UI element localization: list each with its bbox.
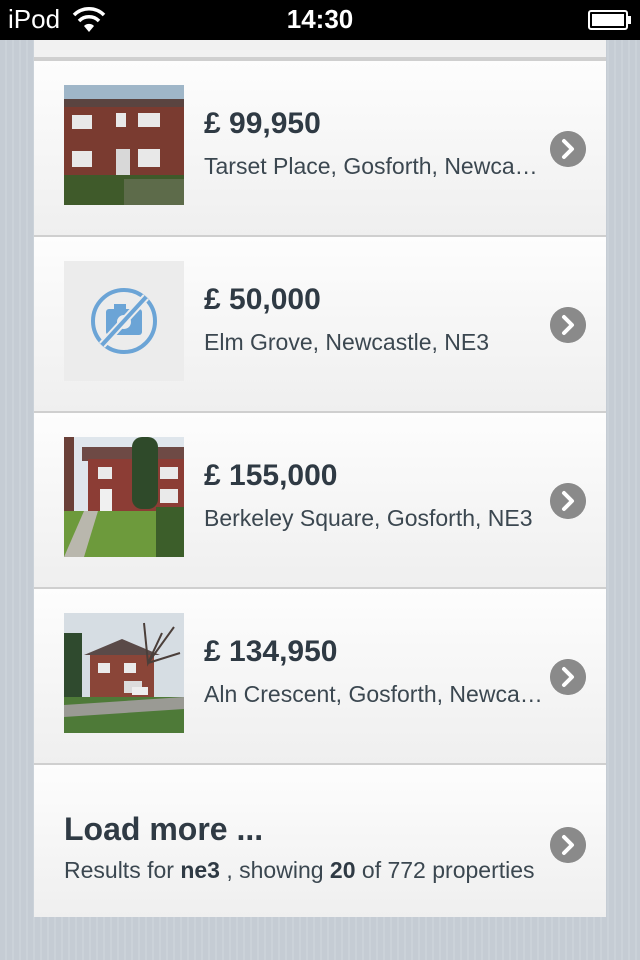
no-photo-icon (91, 288, 157, 354)
search-query: ne3 (180, 857, 220, 883)
property-row[interactable]: £ 50,000 Elm Grove, Newcastle, NE3 (34, 235, 606, 411)
listing-address: Elm Grove, Newcastle, NE3 (204, 329, 490, 355)
property-row[interactable]: £ 134,950 Aln Crescent, Gosforth, Newcas… (34, 587, 606, 763)
chevron-right-icon[interactable] (550, 307, 586, 343)
clock: 14:30 (286, 4, 354, 34)
chevron-right-icon[interactable] (550, 659, 586, 695)
listing-price: £ 134,950 (204, 635, 338, 668)
listing-address: Berkeley Square, Gosforth, NE3 (204, 505, 533, 531)
no-photo-placeholder (64, 261, 184, 381)
listing-price: £ 50,000 (204, 283, 321, 316)
load-more-row[interactable]: Load more ... Results for ne3 , showing … (34, 763, 606, 917)
listing-price: £ 155,000 (204, 459, 338, 492)
previous-row-edge (34, 40, 606, 59)
results-middle: , showing (219, 857, 330, 883)
results-suffix: of 772 properties (355, 857, 535, 883)
listing-price: £ 99,950 (204, 107, 321, 140)
property-row[interactable]: £ 155,000 Berkeley Square, Gosforth, NE3 (34, 411, 606, 587)
results-list-view[interactable]: £ 99,950 Tarset Place, Gosforth, Newcast… (0, 40, 640, 960)
listing-address: Aln Crescent, Gosforth, Newcastle, NE3 (204, 681, 549, 707)
chevron-right-icon[interactable] (550, 131, 586, 167)
results-prefix: Results for (64, 857, 181, 883)
results-summary: Results for ne3 , showing 20 of 772 prop… (64, 857, 544, 884)
property-photo (64, 613, 184, 733)
chevron-right-icon[interactable] (550, 827, 586, 863)
chevron-right-icon[interactable] (550, 483, 586, 519)
property-photo (64, 437, 184, 557)
load-more-title: Load more ... (64, 811, 264, 847)
property-photo (64, 85, 184, 205)
property-row[interactable]: £ 99,950 Tarset Place, Gosforth, Newcast… (34, 59, 606, 235)
battery-icon (588, 10, 631, 30)
status-bar: iPod 14:30 (0, 0, 640, 40)
property-list: £ 99,950 Tarset Place, Gosforth, Newcast… (34, 40, 606, 917)
shown-count: 20 (329, 857, 356, 883)
listing-address: Tarset Place, Gosforth, Newcastle, NE3 (204, 153, 549, 179)
